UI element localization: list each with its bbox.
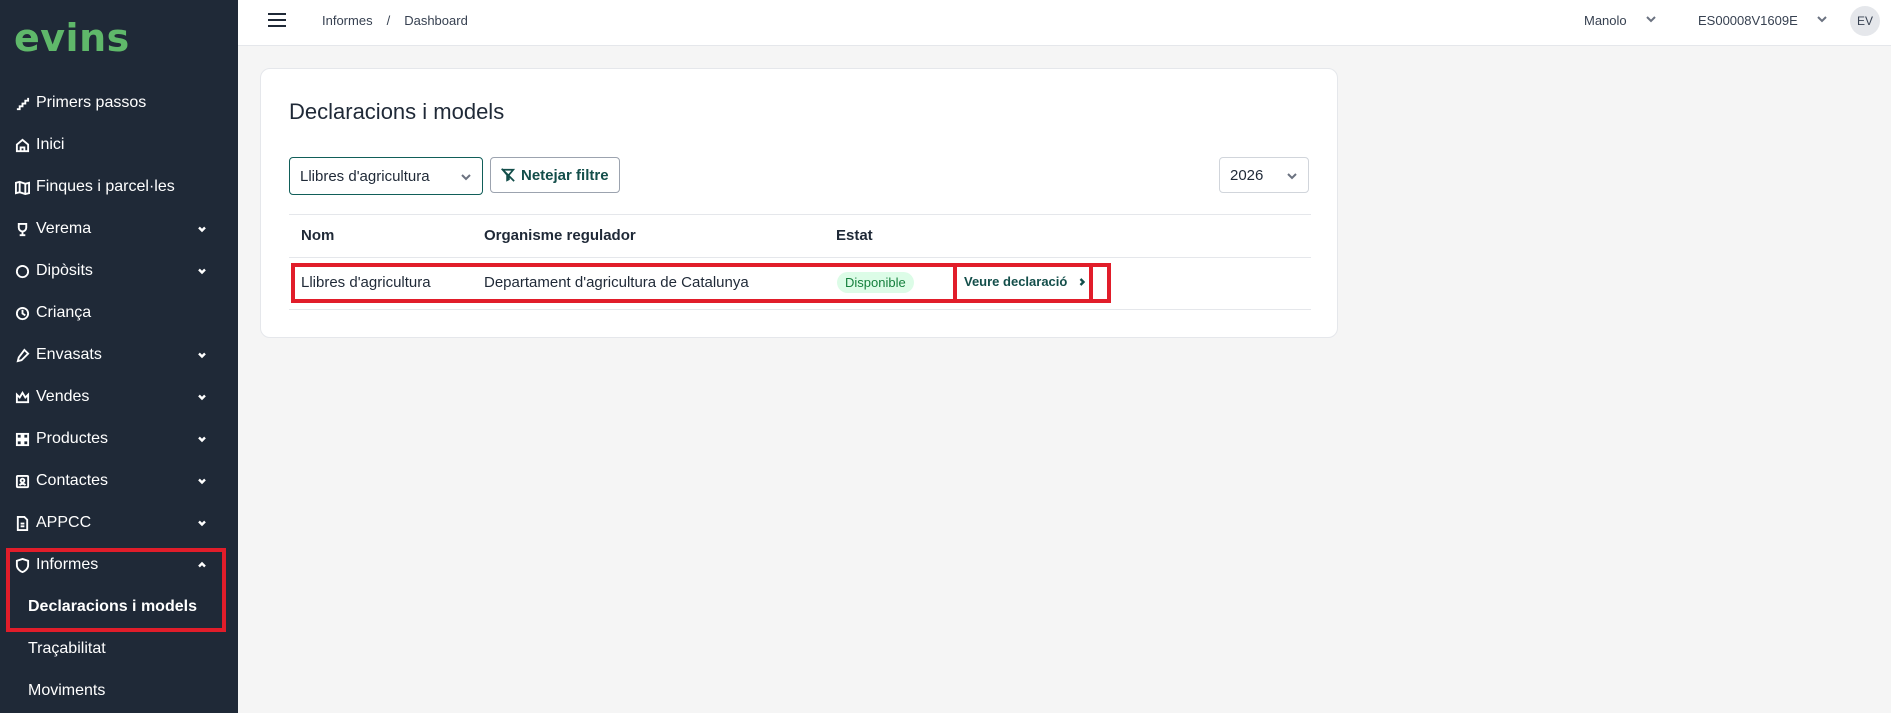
sidebar-item-verema[interactable]: Verema — [0, 208, 238, 250]
breadcrumb-dashboard[interactable]: Dashboard — [404, 13, 468, 28]
user-dropdown[interactable]: Manolo — [1584, 13, 1657, 28]
declarations-card: Declaracions i models Llibres d'agricult… — [260, 68, 1338, 338]
sidebar-item-label: Productes — [36, 430, 109, 447]
sidebar-item-label: Inici — [36, 136, 65, 153]
contact-icon — [14, 473, 30, 489]
registry-code: ES00008V1609E — [1698, 13, 1798, 28]
clock-icon — [14, 305, 30, 321]
sidebar-nav: Primers passos Inici Finques i parcel·le… — [0, 82, 238, 712]
chevron-down-icon — [196, 432, 208, 444]
sidebar-item-label: Finques i parcel·les — [36, 178, 175, 195]
clear-filter-button[interactable]: Netejar filtre — [490, 157, 620, 193]
home-icon — [14, 137, 30, 153]
sidebar-item-contactes[interactable]: Contactes — [0, 460, 238, 502]
sidebar-subitem-moviments[interactable]: Moviments — [0, 670, 238, 712]
sidebar-item-label: Informes — [36, 556, 99, 573]
stairs-icon — [14, 95, 30, 111]
chevron-down-icon — [196, 516, 208, 528]
type-filter-select[interactable]: Llibres d'agricultura — [289, 157, 483, 195]
circle-icon — [14, 263, 30, 279]
top-header: Informes / Dashboard Manolo ES00008V1609… — [238, 0, 1891, 46]
crown-icon — [14, 389, 30, 405]
type-filter-value: Llibres d'agricultura — [300, 167, 430, 185]
chevron-down-icon — [1286, 169, 1298, 186]
column-header-nom[interactable]: Nom — [301, 227, 334, 244]
sidebar-item-appcc[interactable]: APPCC — [0, 502, 238, 544]
declarations-table: Nom Organisme regulador Estat Llibres d'… — [289, 214, 1311, 310]
hamburger-menu-icon[interactable] — [268, 13, 286, 27]
table-header: Nom Organisme regulador Estat — [289, 214, 1311, 258]
registry-dropdown[interactable]: ES00008V1609E — [1698, 13, 1828, 28]
map-icon — [14, 179, 30, 195]
clear-filter-label: Netejar filtre — [521, 166, 609, 184]
cell-nom: Llibres d'agricultura — [301, 274, 431, 291]
sidebar-item-vendes[interactable]: Vendes — [0, 376, 238, 418]
chevron-down-icon — [1816, 13, 1828, 28]
chevron-down-icon — [460, 170, 472, 187]
filter-off-icon — [501, 168, 515, 182]
chevron-down-icon — [1645, 13, 1657, 28]
sidebar-item-envasats[interactable]: Envasats — [0, 334, 238, 376]
view-declaration-label: Veure declaració — [964, 274, 1068, 289]
sidebar-item-inici[interactable]: Inici — [0, 124, 238, 166]
sidebar-subitem-tracabilitat[interactable]: Traçabilitat — [0, 628, 238, 670]
table-row: Llibres d'agricultura Departament d'agri… — [289, 258, 1311, 310]
year-select[interactable]: 2026 — [1219, 157, 1309, 193]
grid-icon — [14, 431, 30, 447]
chevron-down-icon — [196, 390, 208, 402]
sidebar-item-label: Contactes — [36, 472, 109, 489]
sidebar-item-label: Dipòsits — [36, 262, 93, 279]
cell-organisme: Departament d'agricultura de Catalunya — [484, 274, 749, 291]
sidebar-item-label: APPCC — [36, 514, 92, 531]
sidebar-item-productes[interactable]: Productes — [0, 418, 238, 460]
avatar[interactable]: EV — [1850, 6, 1880, 36]
breadcrumb-informes[interactable]: Informes — [322, 13, 373, 28]
chevron-down-icon — [196, 222, 208, 234]
sidebar-item-label: Envasats — [36, 346, 102, 363]
trophy-icon — [14, 221, 30, 237]
view-declaration-button[interactable]: Veure declaració — [964, 274, 1087, 289]
sidebar-item-crianca[interactable]: Criança — [0, 292, 238, 334]
document-icon — [14, 515, 30, 531]
chevron-right-icon — [1079, 277, 1086, 286]
column-header-organisme[interactable]: Organisme regulador — [484, 227, 636, 244]
logo[interactable]: evins — [14, 16, 130, 60]
breadcrumb-separator: / — [386, 13, 391, 28]
sidebar-item-label: Primers passos — [36, 94, 147, 111]
sidebar-item-label: Criança — [36, 304, 92, 321]
column-header-estat[interactable]: Estat — [836, 227, 873, 244]
chevron-down-icon — [196, 264, 208, 276]
sidebar-item-label: Vendes — [36, 388, 90, 405]
sidebar-item-primers-passos[interactable]: Primers passos — [0, 82, 238, 124]
sidebar-item-diposits[interactable]: Dipòsits — [0, 250, 238, 292]
breadcrumb: Informes / Dashboard — [322, 13, 468, 28]
chevron-up-icon — [196, 558, 208, 570]
sidebar: evins Primers passos Inici Finques i par… — [0, 0, 238, 713]
page-title: Declaracions i models — [289, 99, 505, 124]
year-value: 2026 — [1230, 166, 1264, 184]
chevron-down-icon — [196, 474, 208, 486]
status-badge: Disponible — [837, 272, 914, 293]
shield-icon — [14, 557, 30, 573]
sidebar-item-label: Verema — [36, 220, 92, 237]
chevron-down-icon — [196, 348, 208, 360]
sidebar-item-informes[interactable]: Informes — [0, 544, 238, 586]
sidebar-item-finques[interactable]: Finques i parcel·les — [0, 166, 238, 208]
bottle-icon — [14, 347, 30, 363]
sidebar-subitem-declaracions[interactable]: Declaracions i models — [0, 586, 238, 628]
user-name: Manolo — [1584, 13, 1627, 28]
